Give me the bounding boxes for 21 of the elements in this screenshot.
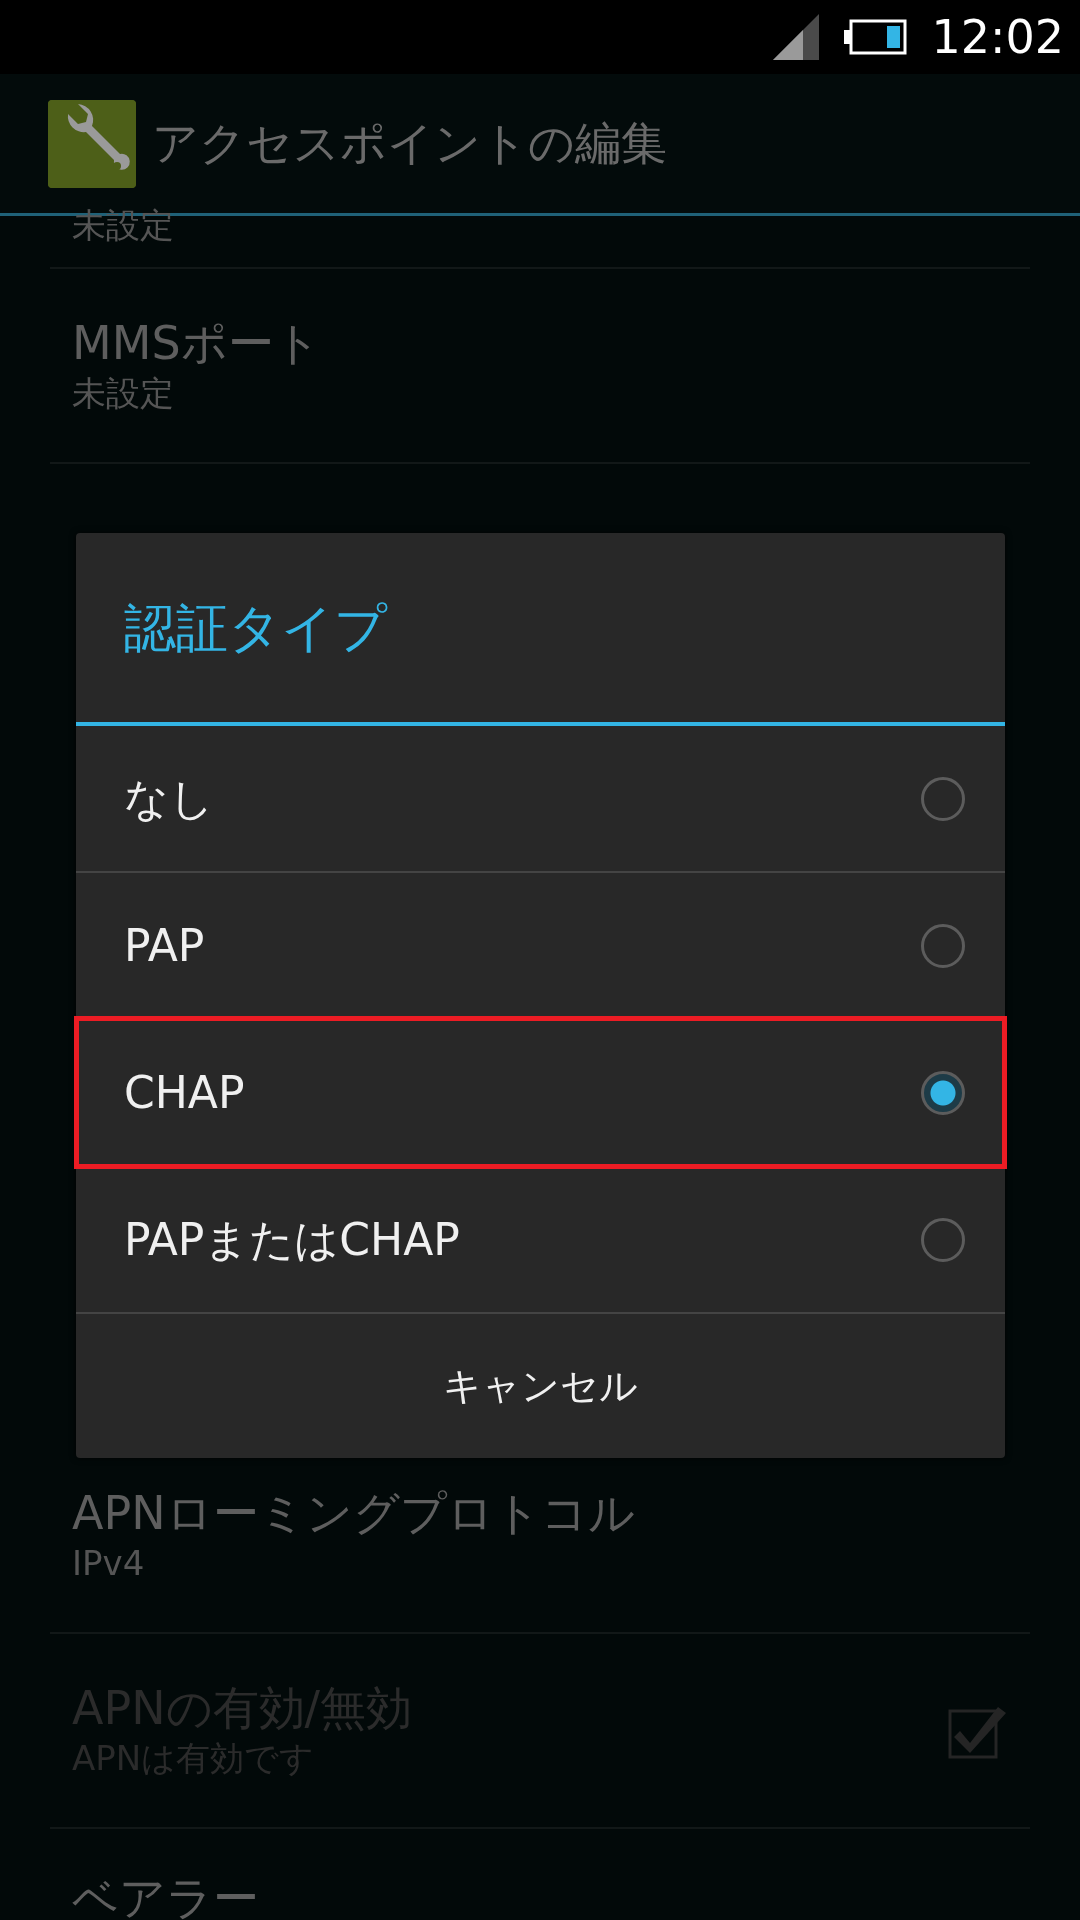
radio-button[interactable]: [921, 1070, 965, 1115]
dialog-title: 認証タイプ: [124, 596, 387, 660]
setting-title: ベアラー: [72, 1871, 259, 1920]
signal-icon: [773, 14, 820, 60]
cancel-button[interactable]: キャンセル: [76, 1314, 1005, 1458]
radio-button[interactable]: [921, 776, 965, 821]
setting-summary: 未設定: [72, 372, 175, 415]
screen-title: アクセスポイントの編集: [152, 115, 667, 172]
setting-title: APNローミングプロトコル: [72, 1485, 635, 1541]
radio-option[interactable]: PAP: [76, 873, 1005, 1020]
radio-option[interactable]: なし: [76, 726, 1005, 873]
clock-time: 12:02: [931, 14, 1064, 60]
setting-summary: IPv4: [72, 1542, 146, 1585]
setting-title: MMSポート: [72, 315, 321, 371]
battery-icon: [843, 19, 908, 55]
radio-option[interactable]: PAPまたはCHAP: [76, 1167, 1005, 1314]
radio-button[interactable]: [921, 923, 965, 968]
radio-option[interactable]: CHAP: [76, 1020, 1005, 1167]
setting-summary: 未設定: [72, 203, 174, 247]
wrench-icon[interactable]: [48, 99, 136, 188]
radio-button[interactable]: [921, 1217, 965, 1262]
